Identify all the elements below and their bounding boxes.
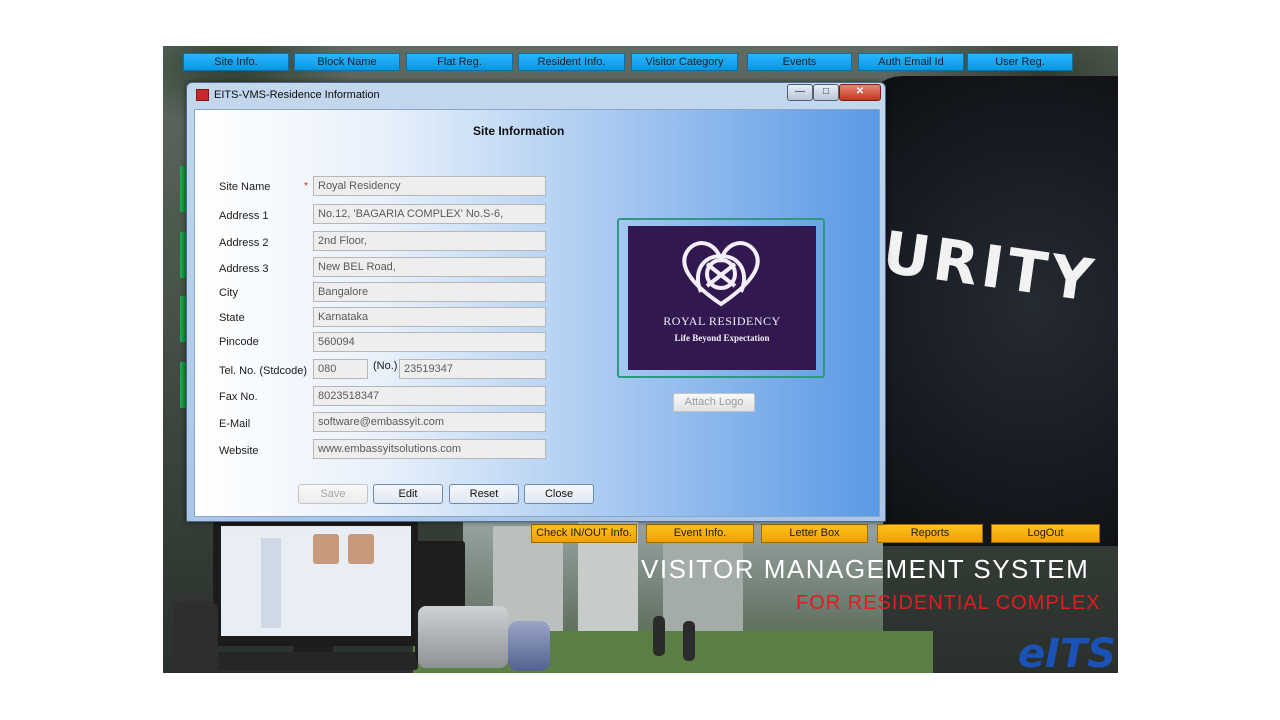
nav-block-name-button[interactable]: Block Name	[294, 53, 400, 71]
email-label: E-Mail	[219, 418, 251, 430]
nav-events-button[interactable]: Events	[747, 53, 852, 71]
attach-logo-button[interactable]: Attach Logo	[673, 393, 755, 412]
label-printer-image	[418, 606, 508, 668]
state-label: State	[219, 312, 245, 324]
tel-number-field[interactable]: 23519347	[399, 359, 546, 379]
dialog-content: Site Information Site Name * Address 1 A…	[194, 109, 880, 517]
vms-title: VISITOR MANAGEMENT SYSTEM	[641, 554, 1090, 584]
dialog-title: EITS-VMS-Residence Information	[214, 89, 380, 101]
nav-logout-button[interactable]: LogOut	[991, 524, 1100, 543]
address3-field[interactable]: New BEL Road,	[313, 257, 546, 277]
save-button[interactable]: Save	[298, 484, 368, 504]
person-figure	[683, 621, 695, 661]
address3-label: Address 3	[219, 263, 269, 275]
nav-site-info-button[interactable]: Site Info.	[183, 53, 289, 71]
nav-auth-email-button[interactable]: Auth Email Id	[858, 53, 964, 71]
city-label: City	[219, 287, 238, 299]
site-name-field[interactable]: Royal Residency	[313, 176, 546, 196]
visitor-photo-icon	[348, 534, 374, 564]
fingerprint-scanner-image	[508, 621, 550, 671]
state-field[interactable]: Karnataka	[313, 307, 546, 327]
close-button[interactable]: Close	[524, 484, 594, 504]
nav-event-info-button[interactable]: Event Info.	[646, 524, 754, 543]
celtic-knot-icon	[682, 241, 760, 307]
fax-no-label: Fax No.	[219, 391, 258, 403]
screen-panel	[261, 538, 281, 628]
nav-flat-reg-button[interactable]: Flat Reg.	[406, 53, 513, 71]
logo-tagline-text: Life Beyond Expectation	[674, 333, 770, 343]
minimize-button[interactable]: —	[787, 84, 813, 101]
section-title: Site Information	[473, 124, 565, 138]
app-icon	[196, 89, 209, 101]
visitor-photo-icon	[313, 534, 339, 564]
fax-no-field[interactable]: 8023518347	[313, 386, 546, 406]
website-field[interactable]: www.embassyitsolutions.com	[313, 439, 546, 459]
barcode-scanner-image	[173, 601, 218, 673]
nav-visitor-category-button[interactable]: Visitor Category	[631, 53, 738, 71]
email-field[interactable]: software@embassyit.com	[313, 412, 546, 432]
nav-check-in-out-button[interactable]: Check IN/OUT Info.	[531, 524, 637, 543]
nav-resident-info-button[interactable]: Resident Info.	[518, 53, 625, 71]
edit-button[interactable]: Edit	[373, 484, 443, 504]
minimize-icon: —	[795, 86, 805, 97]
vms-subtitle: FOR RESIDENTIAL COMPLEX	[796, 592, 1101, 614]
logo-name-text: ROYAL RESIDENCY	[663, 314, 781, 328]
eits-logo: eITS	[1018, 631, 1117, 673]
site-info-dialog: EITS-VMS-Residence Information — □ ✕ Sit…	[186, 82, 886, 522]
nav-reports-button[interactable]: Reports	[877, 524, 983, 543]
pincode-label: Pincode	[219, 336, 259, 348]
dialog-titlebar[interactable]: EITS-VMS-Residence Information — □ ✕	[187, 83, 885, 107]
stdcode-field[interactable]: 080	[313, 359, 368, 379]
required-marker: *	[304, 181, 308, 192]
tel-no-label: Tel. No. (Stdcode)	[219, 365, 308, 377]
maximize-button[interactable]: □	[813, 84, 839, 101]
close-icon: ✕	[855, 86, 865, 97]
building-c	[663, 536, 743, 636]
address2-label: Address 2	[219, 237, 269, 249]
site-name-label: Site Name	[219, 181, 271, 193]
city-field[interactable]: Bangalore	[313, 282, 546, 302]
tel-number-label: (No.)	[373, 360, 398, 372]
reset-button[interactable]: Reset	[449, 484, 519, 504]
address2-field[interactable]: 2nd Floor,	[313, 231, 546, 251]
website-label: Website	[219, 445, 259, 457]
address1-field[interactable]: No.12, 'BAGARIA COMPLEX' No.S-6,	[313, 204, 546, 224]
maximize-icon: □	[822, 86, 830, 97]
address1-label: Address 1	[219, 210, 269, 222]
person-figure	[653, 616, 665, 656]
close-window-button[interactable]: ✕	[839, 84, 881, 101]
nav-user-reg-button[interactable]: User Reg.	[967, 53, 1073, 71]
pincode-field[interactable]: 560094	[313, 332, 546, 352]
keyboard-image	[193, 652, 418, 670]
nav-letter-box-button[interactable]: Letter Box	[761, 524, 868, 543]
